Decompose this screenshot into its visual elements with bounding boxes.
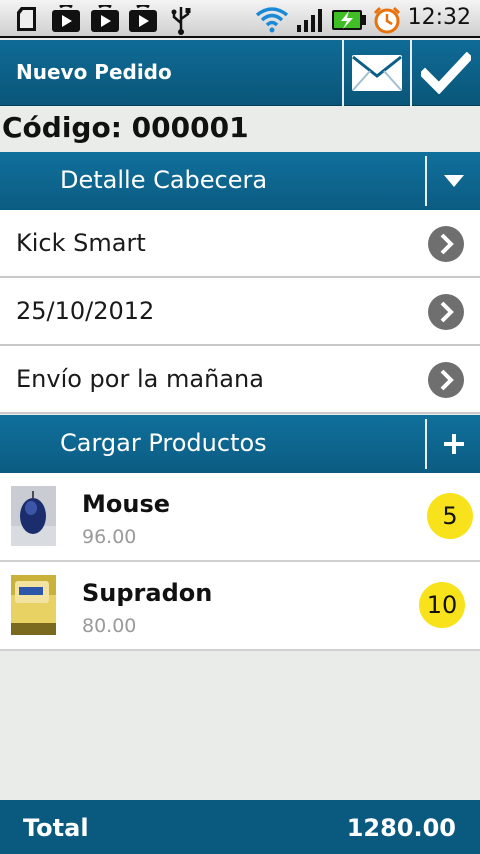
client-name: Kick Smart: [16, 229, 146, 257]
product-price: 80.00: [82, 615, 137, 637]
product-thumbnail-supradon: [11, 575, 56, 635]
chevron-right-icon: [428, 294, 464, 330]
product-row[interactable]: Supradon 80.00 10: [0, 562, 480, 651]
product-row[interactable]: Mouse 96.00 5: [0, 473, 480, 562]
section-title: Cargar Productos: [60, 429, 267, 457]
alarm-icon: [373, 6, 401, 34]
order-code: Código: 000001: [2, 111, 249, 144]
status-bar: 12:32: [0, 0, 480, 38]
add-product-button[interactable]: [427, 415, 480, 473]
play-store-icon: [129, 5, 157, 32]
detail-row-client[interactable]: Kick Smart: [0, 210, 480, 278]
quantity-badge: 10: [419, 582, 465, 628]
chevron-right-icon: [428, 362, 464, 398]
send-mail-button[interactable]: [342, 40, 410, 106]
screen-title: Nuevo Pedido: [16, 60, 172, 84]
battery-charging-icon: [332, 10, 366, 30]
action-bar: Nuevo Pedido: [0, 40, 480, 106]
toggle-details-button[interactable]: [427, 152, 480, 210]
product-name: Supradon: [82, 579, 213, 607]
product-price: 96.00: [82, 526, 137, 548]
chevron-right-icon: [428, 226, 464, 262]
total-footer: Total 1280.00: [0, 800, 480, 854]
quantity-badge: 5: [427, 493, 473, 539]
detail-row-date[interactable]: 25/10/2012: [0, 278, 480, 346]
triangle-down-icon: [443, 175, 464, 187]
detail-row-delivery[interactable]: Envío por la mañana: [0, 346, 480, 414]
mail-icon: [352, 55, 402, 91]
check-icon: [421, 52, 471, 94]
play-store-icon: [52, 5, 80, 32]
sd-card-icon: [17, 7, 36, 31]
wifi-icon: [255, 7, 289, 33]
product-name: Mouse: [82, 490, 171, 518]
usb-icon: [171, 7, 191, 35]
product-thumbnail-mouse: [11, 486, 56, 546]
section-load-products[interactable]: Cargar Productos: [0, 415, 480, 473]
plus-icon: [443, 434, 464, 454]
order-date: 25/10/2012: [16, 297, 155, 325]
total-value: 1280.00: [346, 814, 456, 842]
clock: 12:32: [407, 5, 471, 30]
signal-icon: [297, 9, 322, 32]
delivery-option: Envío por la mañana: [16, 365, 264, 393]
total-label: Total: [23, 814, 89, 842]
confirm-button[interactable]: [410, 40, 480, 106]
section-title: Detalle Cabecera: [60, 166, 268, 194]
play-store-icon: [91, 5, 119, 32]
section-header-details[interactable]: Detalle Cabecera: [0, 152, 480, 210]
